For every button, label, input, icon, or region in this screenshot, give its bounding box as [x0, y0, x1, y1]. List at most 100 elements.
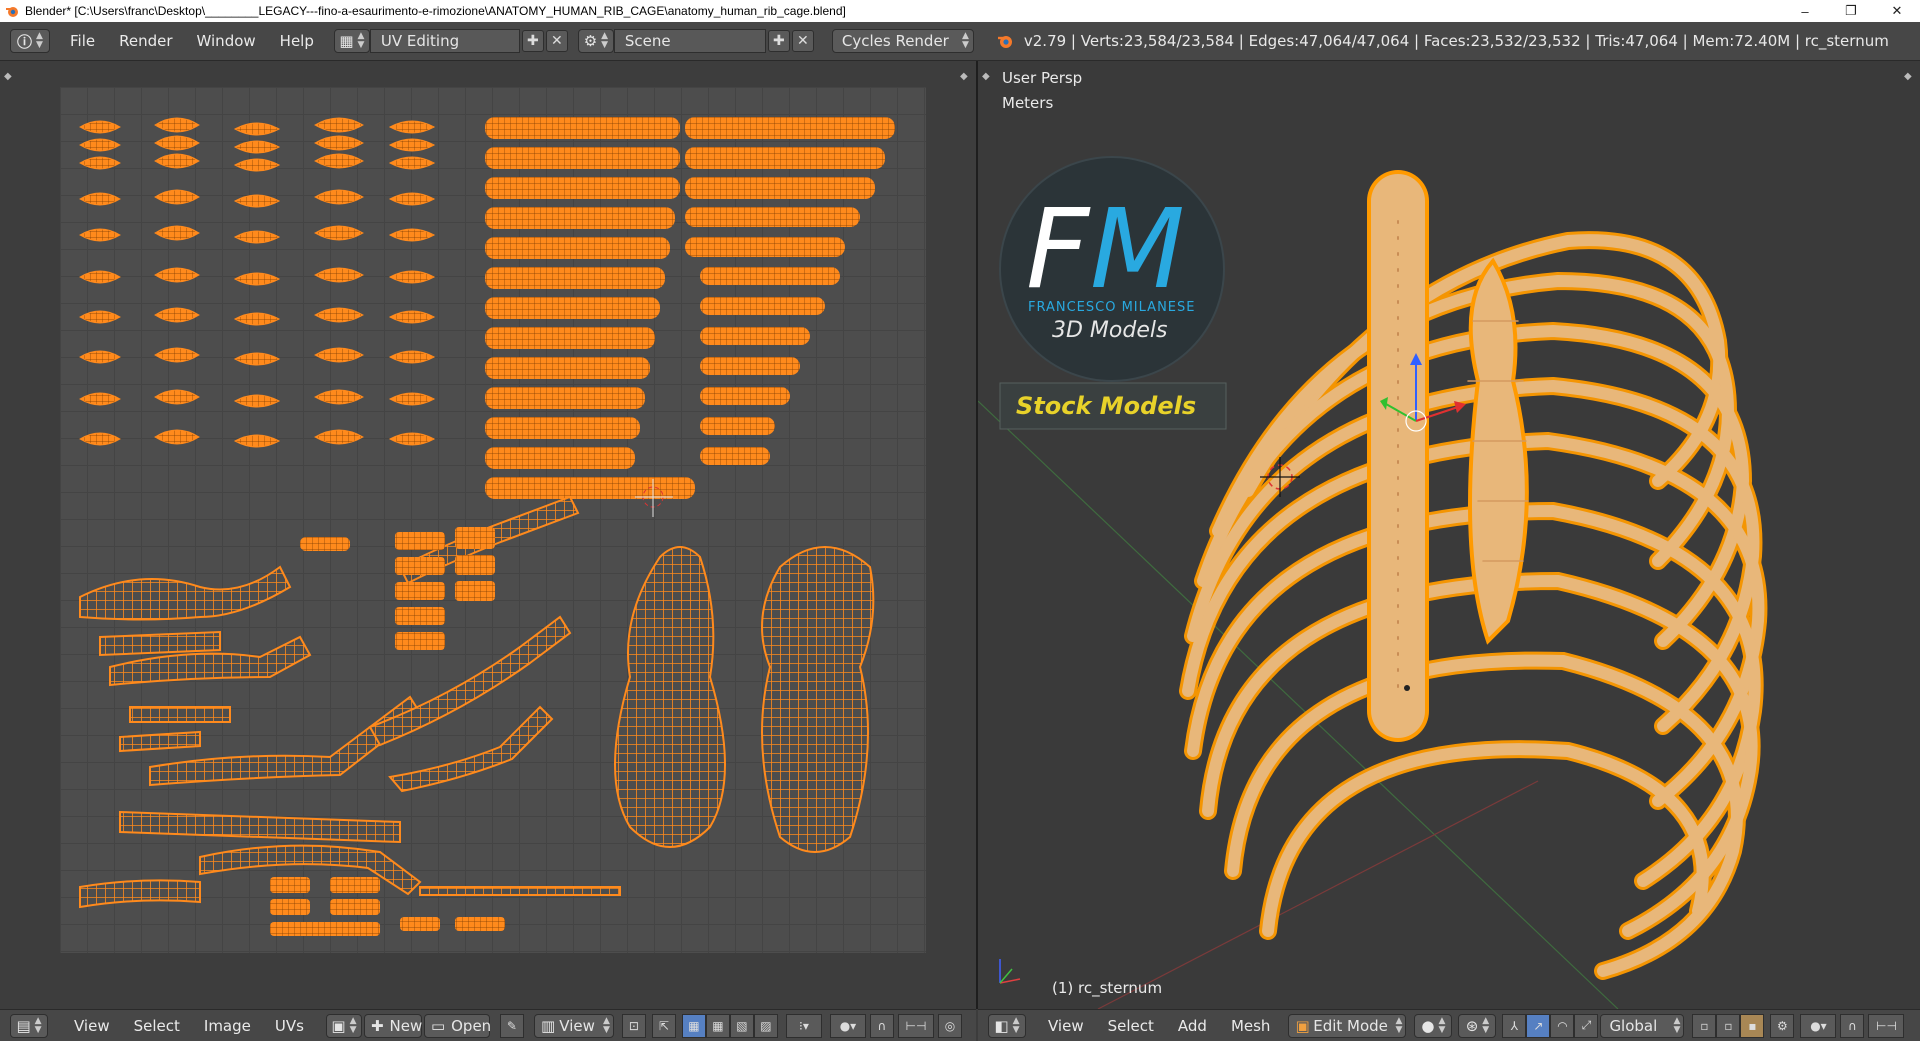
3d-viewport[interactable]: ◆ ◆ User Persp Meters F M FRANCESCO MILA…	[978, 61, 1920, 1009]
vertex-select-toggle[interactable]: ▦	[681, 1013, 706, 1038]
scale-manipulator-toggle[interactable]: ⤢	[1574, 1013, 1599, 1038]
uv-sculpt-toggle[interactable]: ◎	[937, 1013, 962, 1038]
limit-selection-toggle[interactable]: ⚙	[1770, 1013, 1795, 1038]
face-mode-icon: ▪	[1748, 1018, 1757, 1033]
plus-icon: ✚	[370, 1016, 384, 1035]
logo-subtitle: 3D Models	[1052, 318, 1167, 343]
view-mode-icon: ▥	[540, 1016, 556, 1035]
toolshelf-toggle-icon[interactable]: ◆	[4, 71, 12, 82]
blender-logo-icon	[997, 36, 1012, 48]
manipulator-toggle[interactable]: ⅄	[1502, 1013, 1527, 1038]
snap-element-dropdown[interactable]: ⊢⊣	[1868, 1013, 1905, 1038]
menu-view[interactable]: View	[1036, 1017, 1096, 1035]
edge-select-mode[interactable]: ▫	[1716, 1013, 1741, 1038]
menu-uvs[interactable]: UVs	[263, 1017, 316, 1035]
viewport-shading-dropdown[interactable]: ● ▲ ▼	[1414, 1013, 1453, 1038]
blender-icon	[6, 7, 18, 17]
open-label: Open	[451, 1016, 492, 1035]
menu-select[interactable]: Select	[1096, 1017, 1166, 1035]
proportional-edit-dropdown[interactable]: ●▾	[829, 1013, 866, 1038]
layout-icon: ▦	[339, 32, 354, 50]
menu-render[interactable]: Render	[107, 32, 184, 50]
uv-grid-canvas[interactable]	[60, 87, 926, 953]
menu-file[interactable]: File	[58, 32, 107, 50]
edge-select-toggle[interactable]: ▦	[705, 1013, 730, 1038]
image-editor-icon: ▤	[16, 1016, 31, 1035]
face-select-icon: ▧	[736, 1018, 748, 1033]
menu-select[interactable]: Select	[122, 1017, 192, 1035]
translate-manipulator-toggle[interactable]: ↗	[1526, 1013, 1551, 1038]
rotate-manipulator-toggle[interactable]: ◠	[1550, 1013, 1575, 1038]
uv-islands[interactable]	[60, 87, 926, 953]
proportional-icon: ●▾	[1810, 1018, 1827, 1033]
image-browse-button[interactable]: ▣ ▲ ▼	[325, 1013, 362, 1038]
menu-window[interactable]: Window	[185, 32, 268, 50]
proportional-edit-dropdown[interactable]: ●▾	[1800, 1013, 1837, 1038]
face-select-toggle[interactable]: ▧	[729, 1013, 754, 1038]
interaction-mode-dropdown[interactable]: ▣ Edit Mode ▲ ▼	[1288, 1013, 1407, 1038]
image-icon: ▣	[331, 1016, 346, 1035]
edge-select-icon: ▦	[712, 1018, 724, 1033]
add-scene-button[interactable]: ✚	[767, 30, 790, 52]
screen-layout-field[interactable]: UV Editing	[369, 29, 520, 53]
scene-statistics: v2.79 | Verts:23,584/23,584 | Edges:47,0…	[1023, 32, 1889, 50]
sync-selection-toggle[interactable]: ⇱	[651, 1013, 676, 1038]
screen-layout-icon-button[interactable]: ▦ ▲ ▼	[333, 29, 370, 53]
folder-icon: ▭	[430, 1016, 446, 1035]
scene-icon-button[interactable]: ⚙ ▲ ▼	[577, 29, 614, 53]
editor-type-menu[interactable]: ⓘ ▲ ▼	[10, 29, 50, 53]
delete-layout-button[interactable]: ✕	[545, 30, 568, 52]
add-layout-button[interactable]: ✚	[521, 30, 544, 52]
pivot-point-dropdown[interactable]: ⊛ ▲ ▼	[1458, 1013, 1497, 1038]
menu-mesh[interactable]: Mesh	[1219, 1017, 1283, 1035]
close-button[interactable]: ✕	[1874, 0, 1920, 22]
island-select-icon: ▨	[760, 1018, 772, 1033]
arrow-icon: ↗	[1533, 1018, 1544, 1033]
scene-field[interactable]: Scene	[613, 29, 766, 53]
pivot-dropdown[interactable]: ⊡	[621, 1013, 646, 1038]
snap-element-dropdown[interactable]: ⊢⊣	[897, 1013, 934, 1038]
restore-button[interactable]: ❐	[1828, 0, 1874, 22]
sticky-icon: ⁝▾	[799, 1018, 809, 1033]
viewport-scene[interactable]: F M FRANCESCO MILANESE 3D Models Stock M…	[978, 61, 1920, 1009]
snap-toggle[interactable]: ∩	[869, 1013, 894, 1038]
transform-orientation-dropdown[interactable]: Global ▲ ▼	[1600, 1013, 1685, 1038]
uv-image-editor[interactable]: ◆ ◆	[0, 61, 978, 1009]
scene-name: Scene	[624, 32, 671, 50]
snap-toggle[interactable]: ∩	[1840, 1013, 1865, 1038]
editor-type-menu[interactable]: ◧ ▲ ▼	[988, 1013, 1026, 1038]
mode-view-dropdown[interactable]: ▥ View ▲ ▼	[533, 1013, 614, 1038]
vertex-select-icon: ▦	[688, 1018, 700, 1033]
menu-view[interactable]: View	[62, 1017, 122, 1035]
open-image-button[interactable]: ▭ Open	[423, 1013, 492, 1038]
occlude-icon: ⚙	[1777, 1018, 1788, 1033]
window-title: Blender* [C:\Users\franc\Desktop\_______…	[25, 4, 846, 18]
new-label: New	[389, 1016, 423, 1035]
rib-cage-model[interactable]	[1179, 170, 1768, 980]
properties-toggle-icon[interactable]: ◆	[960, 71, 968, 82]
menu-image[interactable]: Image	[192, 1017, 263, 1035]
minimize-button[interactable]: –	[1782, 0, 1828, 22]
screen-layout-name: UV Editing	[380, 32, 460, 50]
sticky-mode-dropdown[interactable]: ⁝▾	[785, 1013, 822, 1038]
proportional-icon: ●▾	[839, 1018, 857, 1033]
menu-help[interactable]: Help	[268, 32, 326, 50]
render-engine-dropdown[interactable]: Cycles Render ▲ ▼	[831, 29, 974, 53]
editor-type-menu[interactable]: ▤ ▲ ▼	[10, 1013, 48, 1038]
face-select-mode[interactable]: ▪	[1740, 1013, 1765, 1038]
menu-add[interactable]: Add	[1166, 1017, 1219, 1035]
delete-scene-button[interactable]: ✕	[791, 30, 814, 52]
cartilage-uv-islands	[79, 495, 621, 909]
island-select-toggle[interactable]: ▨	[753, 1013, 778, 1038]
pin-icon: ✎	[506, 1018, 517, 1033]
fm-logo: F M FRANCESCO MILANESE 3D Models Stock M…	[999, 156, 1227, 430]
pin-image-toggle[interactable]: ✎	[499, 1013, 524, 1038]
vertex-select-mode[interactable]: ▫	[1692, 1013, 1717, 1038]
vertebra-uv-islands	[79, 117, 436, 448]
updown-arrows-icon: ▲ ▼	[961, 31, 969, 50]
plus-icon: ✚	[773, 33, 785, 49]
pivot-icon: ⊛	[1465, 1016, 1479, 1035]
object-origin	[1404, 685, 1410, 691]
new-image-button[interactable]: ✚ New	[363, 1013, 423, 1038]
3d-view-icon: ◧	[994, 1016, 1009, 1035]
